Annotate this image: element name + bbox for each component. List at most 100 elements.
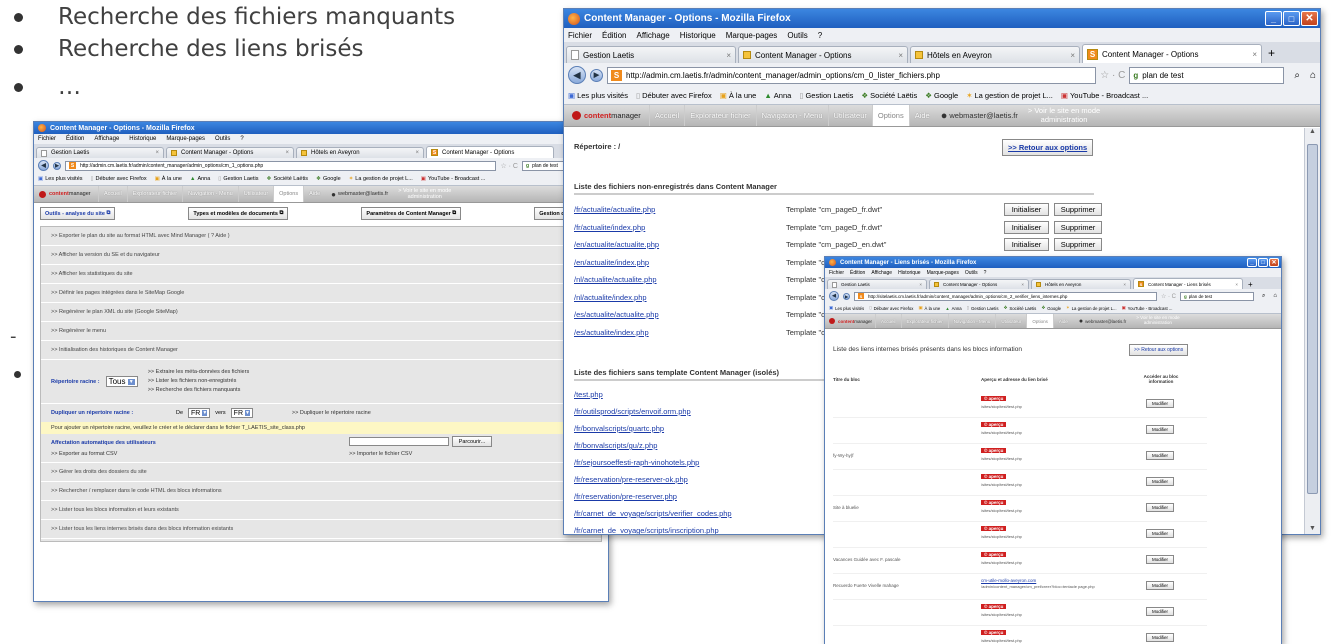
menu-marque-pages[interactable]: Marque-pages <box>927 270 959 276</box>
modifier-button[interactable]: Modifier <box>1146 529 1174 538</box>
file-input[interactable] <box>349 437 449 446</box>
menu-affichage[interactable]: Affichage <box>871 270 892 276</box>
cm-nav-navigation[interactable]: Navigation - Menu <box>947 314 996 328</box>
menu-historique[interactable]: Historique <box>129 136 156 142</box>
menu-affichage[interactable]: Affichage <box>94 136 119 142</box>
menu-help[interactable]: ? <box>240 136 243 142</box>
supprimer-button[interactable]: Supprimer <box>1054 238 1102 251</box>
menu-edition[interactable]: Édition <box>602 31 626 40</box>
apercu-badge[interactable]: © aperçu <box>981 552 1007 557</box>
menu-affichage[interactable]: Affichage <box>636 31 669 40</box>
option-row[interactable]: >> Lister tous les liens internes brisés… <box>41 520 601 539</box>
menu-fichier[interactable]: Fichier <box>38 136 56 142</box>
bookmark-item[interactable]: ❖ Société Laëtis <box>267 176 309 182</box>
file-link[interactable]: /en/actualite/actualite.php <box>574 240 659 249</box>
tab-gestion-laetis[interactable]: Gestion Laetis × <box>827 279 927 289</box>
option-row[interactable]: >> Afficher les statistiques du site <box>41 265 601 284</box>
cm-nav-options[interactable]: Options <box>1026 314 1053 328</box>
home-icon[interactable]: ⌂ <box>1310 70 1316 81</box>
bookmark-item[interactable]: ❖ Google <box>316 176 341 182</box>
tab-types-modeles[interactable]: Types et modèles de documents ⧉ <box>188 207 289 220</box>
affectation-import[interactable]: >> Importer le fichier CSV <box>349 451 412 457</box>
bookmark-item[interactable]: ✶ La gestion de projet L... <box>349 176 413 182</box>
modifier-button[interactable]: Modifier <box>1146 425 1174 434</box>
apercu-badge[interactable]: © aperçu <box>981 474 1007 479</box>
close-icon[interactable]: × <box>1070 51 1075 60</box>
cm-nav-accueil[interactable]: Accueil <box>98 186 127 202</box>
cm-nav-options[interactable]: Options <box>871 105 909 126</box>
menu-historique[interactable]: Historique <box>680 31 716 40</box>
star-bookmark-icon[interactable]: ☆ · C <box>1100 70 1125 81</box>
tab-cm-options[interactable]: Content Manager - Options × <box>166 147 294 158</box>
scrollbar[interactable]: ▲ ▼ <box>1304 128 1320 534</box>
scroll-down-icon[interactable]: ▼ <box>1305 525 1320 532</box>
option-row[interactable]: >> Afficher la version du SE et du navig… <box>41 246 601 265</box>
back-icon[interactable]: ◀ <box>829 291 839 301</box>
search-field[interactable]: g plan de test <box>1129 66 1285 84</box>
bookmark-item[interactable]: ▣ YouTube - Broadcast ... <box>421 176 486 182</box>
menu-edition[interactable]: Édition <box>66 136 84 142</box>
modifier-button[interactable]: Modifier <box>1146 451 1174 460</box>
close-icon[interactable]: × <box>1021 282 1024 287</box>
cm-view-site[interactable]: > Voir le site en mode administration <box>1028 106 1100 124</box>
apercu-badge[interactable]: © aperçu <box>981 526 1007 531</box>
tab-active[interactable]: S Content Manager - Liens brisés × <box>1133 278 1243 289</box>
apercu-badge[interactable]: © aperçu <box>981 448 1007 453</box>
menu-help[interactable]: ? <box>818 31 822 40</box>
bookmark-item[interactable]: ▲ Anna <box>190 176 210 182</box>
cm-nav-accueil[interactable]: Accueil <box>875 314 901 328</box>
initialiser-button[interactable]: Initialiser <box>1004 238 1049 251</box>
tab-cm-options[interactable]: Content Manager - Options × <box>738 46 908 63</box>
bookmark-item[interactable]: ▲ Anna <box>945 306 961 311</box>
apercu-badge[interactable]: © aperçu <box>981 630 1007 635</box>
back-icon[interactable]: ◀ <box>38 160 49 171</box>
bookmark-item[interactable]: ▣ À la une <box>155 176 182 182</box>
tab-cm-options[interactable]: Content Manager - Options × <box>929 279 1029 289</box>
cm-nav-utilisateur[interactable]: Utilisateur <box>995 314 1026 328</box>
bookmark-item[interactable]: ❖ Société Laëtis <box>1003 305 1036 311</box>
initialiser-button[interactable]: Initialiser <box>1004 220 1049 234</box>
bookmark-item[interactable]: ▯ Débuter avec Firefox <box>636 91 712 100</box>
modifier-button[interactable]: Modifier <box>1146 633 1174 642</box>
close-icon[interactable]: ✕ <box>1301 11 1318 26</box>
bookmark-item[interactable]: ▣ Les plus visités <box>568 91 628 100</box>
tab-gestion-laetis[interactable]: Gestion Laetis × <box>566 46 736 63</box>
modifier-button[interactable]: Modifier <box>1146 477 1174 486</box>
close-icon[interactable]: × <box>285 150 289 156</box>
retour-options-button[interactable]: >> Retour aux options <box>1129 344 1189 356</box>
scroll-thumb[interactable] <box>1307 144 1318 494</box>
back-icon[interactable]: ◀ <box>568 66 586 84</box>
modifier-button[interactable]: Modifier <box>1146 607 1174 616</box>
star-bookmark-icon[interactable]: ☆ · C <box>500 162 518 170</box>
tab-outils-analyse[interactable]: Outils - analyse du site ⧉ <box>40 207 116 220</box>
star-bookmark-icon[interactable]: ☆ · C <box>1161 293 1176 300</box>
file-link[interactable]: /en/actualite/index.php <box>574 258 649 267</box>
retour-options-button[interactable]: >> Retour aux options <box>1002 139 1094 156</box>
close-icon[interactable]: × <box>155 150 159 156</box>
search-icon[interactable]: ⌕ <box>1262 293 1265 300</box>
bookmark-item[interactable]: ▯ Débuter avec Firefox <box>869 305 913 311</box>
link-lister-non-enregistres[interactable]: >> Lister les fichiers non-enregistrés <box>148 377 250 386</box>
menu-outils[interactable]: Outils <box>215 136 230 142</box>
file-link[interactable]: /nl/actualite/actualite.php <box>574 275 657 284</box>
url-field[interactable]: Shttp://admin.cm.laetis.fr/admin/content… <box>65 160 497 171</box>
scroll-up-icon[interactable]: ▲ <box>1305 128 1320 135</box>
broken-link-url[interactable]: cm-utile-mollo-aveyron.com <box>981 578 1036 583</box>
bookmark-item[interactable]: ▣ Les plus visités <box>829 305 864 311</box>
option-row[interactable]: >> Définir les pages intégrées dans le S… <box>41 284 601 303</box>
repertoire-select[interactable]: Tous ▼ <box>105 376 138 387</box>
option-row[interactable]: >> Regénérer le plan XML du site (Google… <box>41 303 601 322</box>
bookmark-item[interactable]: ▣ YouTube - Broadcast ... <box>1061 91 1148 100</box>
maximize-icon[interactable]: □ <box>1258 258 1268 267</box>
link-fichiers-manquants[interactable]: >> Recherche des fichiers manquants <box>148 386 250 395</box>
cm-nav-utilisateur[interactable]: Utilisateur <box>237 186 273 202</box>
modifier-button[interactable]: Modifier <box>1146 503 1174 512</box>
tab-active[interactable]: S Content Manager - Options × <box>1082 44 1262 63</box>
bookmark-item[interactable]: ▣ À la une <box>720 91 757 100</box>
bookmark-item[interactable]: ▯ Gestion Laetis <box>967 305 999 311</box>
bookmark-item[interactable]: ▯ Débuter avec Firefox <box>91 176 147 182</box>
cm-nav-explorateur[interactable]: Explorateur fichier <box>126 186 182 202</box>
menu-help[interactable]: ? <box>984 270 987 276</box>
menu-marque-pages[interactable]: Marque-pages <box>726 31 778 40</box>
tab-parametres[interactable]: Paramètres de Content Manager ⧉ <box>361 207 462 220</box>
